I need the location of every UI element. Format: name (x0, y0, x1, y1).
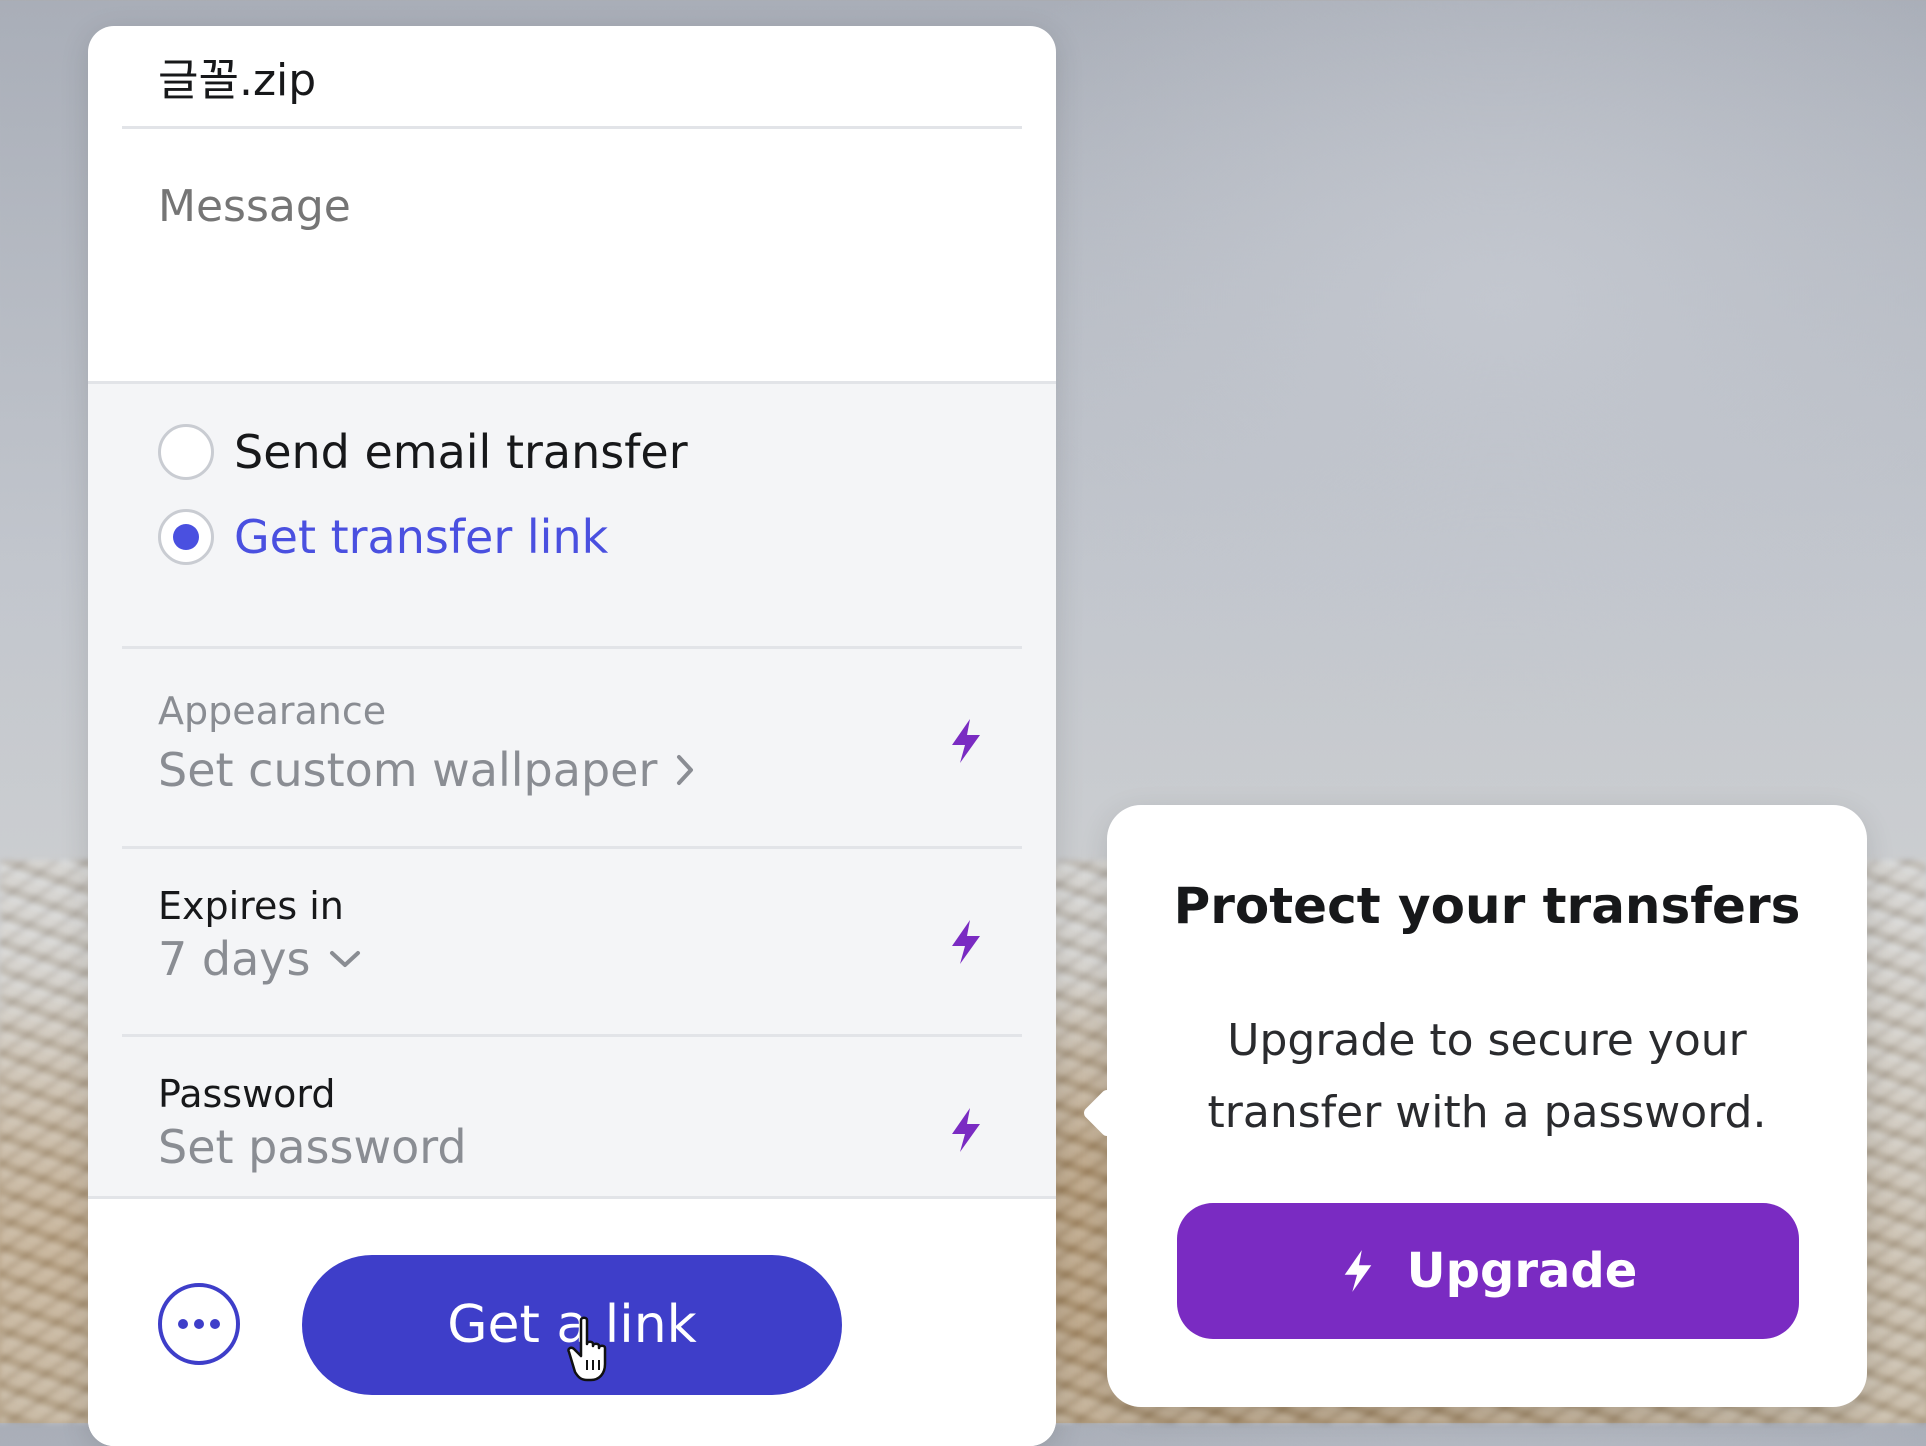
setting-value-text: Set password (158, 1120, 467, 1174)
more-icon (178, 1319, 220, 1329)
upgrade-button[interactable]: Upgrade (1177, 1203, 1799, 1339)
hand-cursor-icon (567, 1316, 607, 1382)
file-row: 글꼴.zip (122, 26, 1022, 129)
bolt-icon (952, 1108, 980, 1152)
divider (122, 1034, 1022, 1037)
setting-label: Password (158, 1072, 336, 1116)
radio-send-email[interactable]: Send email transfer (158, 424, 688, 480)
chevron-right-icon (677, 755, 694, 785)
setting-password[interactable]: Password Set password (158, 1072, 986, 1174)
chevron-down-icon (330, 951, 361, 967)
radio-label: Get transfer link (234, 510, 609, 564)
setting-label: Expires in (158, 884, 344, 928)
setting-appearance[interactable]: Appearance Set custom wallpaper (158, 689, 986, 797)
radio-get-link[interactable]: Get transfer link (158, 509, 608, 565)
upgrade-label: Upgrade (1406, 1243, 1638, 1299)
popover-body: Upgrade to secure your transfer with a p… (1207, 1015, 1767, 1138)
radio-button[interactable] (158, 424, 214, 480)
message-input[interactable] (158, 181, 978, 381)
setting-expires[interactable]: Expires in 7 days (158, 884, 986, 986)
bolt-icon (1344, 1250, 1371, 1292)
setting-value: Set custom wallpaper (158, 743, 986, 797)
password-field[interactable]: Set password (158, 1120, 986, 1174)
radio-label: Send email transfer (234, 425, 688, 479)
setting-value-text: 7 days (158, 932, 311, 986)
setting-label: Appearance (158, 689, 387, 733)
expires-select[interactable]: 7 days (158, 932, 986, 986)
upgrade-popover: Protect your transfers Upgrade to secure… (1107, 805, 1867, 1407)
file-name: 글꼴.zip (158, 55, 317, 106)
more-options-button[interactable] (158, 1283, 240, 1365)
radio-button-selected[interactable] (158, 509, 214, 565)
transfer-panel: 글꼴.zip Send email transfer Get transfer … (88, 26, 1056, 1446)
popover-title: Protect your transfers (1173, 877, 1801, 935)
divider (122, 846, 1022, 849)
setting-value-text: Set custom wallpaper (158, 743, 658, 797)
divider (122, 646, 1022, 649)
bolt-icon (952, 719, 980, 763)
bolt-icon (952, 920, 980, 964)
